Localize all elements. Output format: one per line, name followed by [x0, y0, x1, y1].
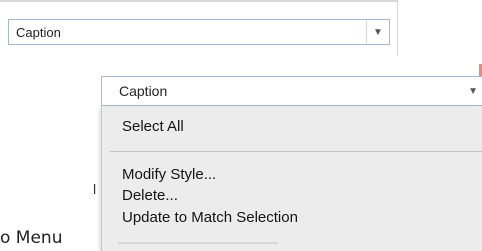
top-divider [0, 0, 397, 2]
menu-item-update-to-match[interactable]: Update to Match Selection [102, 209, 482, 226]
chevron-down-icon[interactable]: ▼ [452, 77, 482, 105]
menu-item-select-all[interactable]: Select All [102, 118, 482, 135]
style-select-open-value: Caption [119, 83, 168, 99]
background-text-fragment: l [93, 181, 97, 197]
style-dropdown-menu: Select All Modify Style... Delete... Upd… [101, 106, 482, 251]
menu-separator [110, 151, 482, 152]
style-select-top[interactable]: Caption ▼ [8, 19, 390, 45]
style-select-value: Caption [16, 24, 61, 40]
menu-item-modify-style[interactable]: Modify Style... [102, 166, 482, 183]
style-select-open[interactable]: Caption ▼ [101, 76, 482, 106]
menu-item-delete[interactable]: Delete... [102, 187, 482, 204]
vertical-divider [397, 0, 398, 56]
background-fragment [118, 242, 278, 244]
chevron-down-icon[interactable]: ▼ [366, 20, 389, 44]
background-menu-label: o Menu [0, 228, 63, 248]
